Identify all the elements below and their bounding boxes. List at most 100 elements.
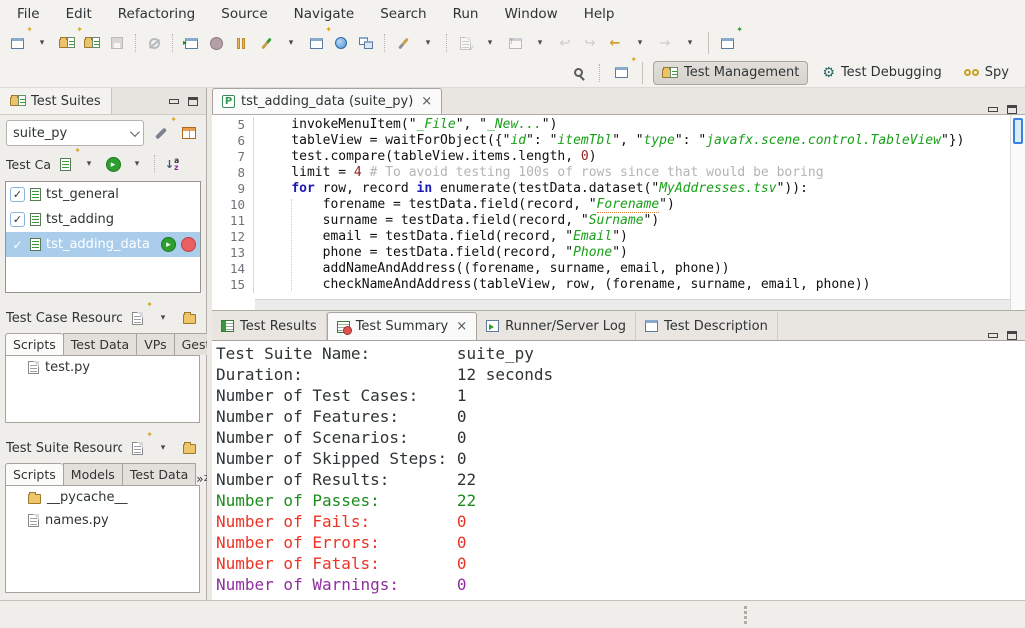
test-case-row-tst-adding-data[interactable]: ✓tst_adding_data▸ [6,232,200,257]
run-test-button[interactable]: ▸ [180,31,202,55]
stop-test-button[interactable] [181,237,196,252]
tcr-new-button[interactable]: ✦ [126,306,148,330]
suite-settings-button[interactable]: ✦ [150,121,172,145]
new-button[interactable]: ✦ [6,31,28,55]
minimize-button[interactable] [988,333,998,338]
pause-button[interactable] [230,31,252,55]
open-test-suite-button[interactable] [81,31,103,55]
tcr-new-dropdown[interactable]: ▾ [152,306,174,330]
back-dropdown[interactable]: ▾ [629,31,651,55]
suite-combo[interactable]: suite_py [6,120,144,146]
code-editor[interactable]: 5 invokeMenuItem("_File", "_New...")6 ta… [212,115,1025,310]
sort-button[interactable]: ↓ az [161,152,183,176]
web-browser-button[interactable] [330,31,352,55]
tab-vps[interactable]: VPs [136,333,173,355]
open-perspective-button[interactable]: ✦ [610,61,632,85]
search-button[interactable] [567,61,589,85]
check-script-button[interactable]: ✓ [454,31,476,55]
save-icon [111,37,123,49]
menu-search[interactable]: Search [367,0,439,28]
summary-row-number-of-passes-: Number of Passes: 22 [216,490,1025,511]
close-icon[interactable]: × [421,94,432,109]
maximize-button[interactable] [1007,105,1017,114]
tab-test-summary[interactable]: Test Summary× [327,312,477,340]
editor-tab-tst-adding-data[interactable]: P tst_adding_data (suite_py) × [212,88,442,114]
tsr-new-button[interactable]: ✦ [126,436,148,460]
picker-dropdown[interactable]: ▾ [280,31,302,55]
perspective-spy[interactable]: Spy [956,61,1017,85]
object-map-button[interactable] [178,121,200,145]
resource--pycache-[interactable]: __pycache__ [6,486,199,509]
tsr-new-dropdown[interactable]: ▾ [152,436,174,460]
manage-windows-button[interactable] [355,31,377,55]
object-spy-button[interactable] [143,31,165,55]
menu-refactoring[interactable]: Refactoring [105,0,209,28]
horizontal-scrollbar[interactable] [255,299,1010,310]
checkbox[interactable]: ✓ [10,187,25,202]
pin-editor-button[interactable]: ✦ [716,31,738,55]
test-case-row-tst-adding[interactable]: ✓tst_adding [6,207,200,232]
test-case-row-tst-general[interactable]: ✓tst_general [6,182,200,207]
checkbox[interactable]: ✓ [10,212,25,227]
forward-dropdown[interactable]: ▾ [679,31,701,55]
tab-test-data[interactable]: Test Data [63,333,136,355]
resource-names-py[interactable]: names.py [6,509,199,532]
minimize-button[interactable] [988,107,998,112]
new-test-suite-button[interactable]: ✦ [56,31,78,55]
code-line-6: 6 tableView = waitForObject({"id": "item… [212,133,1010,149]
tab-runner-server-log[interactable]: Runner/Server Log [477,312,636,340]
forward-button[interactable]: → [654,31,676,55]
perspective-test-debugging[interactable]: ⚙ Test Debugging [814,61,949,85]
object-picker-button[interactable] [255,31,277,55]
new-dropdown[interactable]: ▾ [31,31,53,55]
tab-test-data[interactable]: Test Data [122,463,196,485]
perspective-test-management[interactable]: Test Management [653,61,808,85]
menu-help[interactable]: Help [571,0,628,28]
checkbox[interactable]: ✓ [10,238,25,252]
new-test-case-dropdown[interactable]: ▾ [78,152,100,176]
back-button[interactable]: ← [604,31,626,55]
test-suites-icon [10,95,26,107]
scrollbar-thumb[interactable] [1013,118,1023,144]
maximize-button[interactable] [188,97,198,106]
menu-run[interactable]: Run [440,0,492,28]
tab-models[interactable]: Models [63,463,122,485]
close-icon[interactable]: × [456,319,467,334]
tab-test-description[interactable]: Test Description [636,312,778,340]
record-button[interactable] [205,31,227,55]
run-test-case-button[interactable]: ▸ [161,237,176,252]
menu-file[interactable]: File [4,0,53,28]
update-button[interactable]: ↑ [504,31,526,55]
check-script-dropdown[interactable]: ▾ [479,31,501,55]
test-suites-header: Test Suites [0,88,206,115]
minimize-button[interactable] [169,99,179,104]
run-test-suite-button[interactable]: ▸ [102,152,124,176]
verification-dropdown[interactable]: ▾ [417,31,439,55]
new-window-button[interactable]: ✦ [305,31,327,55]
menu-navigate[interactable]: Navigate [281,0,368,28]
run-dropdown[interactable]: ▾ [126,152,148,176]
tsr-open-folder-button[interactable] [178,436,200,460]
new-test-case-button[interactable]: ✦ [54,152,76,176]
tab-test-suites[interactable]: Test Suites [0,88,112,114]
tab-scripts[interactable]: Scripts [5,333,63,355]
menu-source[interactable]: Source [208,0,280,28]
overflow-icon: » [196,473,203,485]
verification-point-button[interactable] [392,31,414,55]
menu-window[interactable]: Window [491,0,570,28]
run-icon: ▸ [106,157,121,172]
vertical-scrollbar[interactable] [1010,115,1025,310]
undo-history-button[interactable]: ↩ [554,31,576,55]
update-dropdown[interactable]: ▾ [529,31,551,55]
drag-handle[interactable] [744,606,747,609]
test-case-list: ✓tst_general✓tst_adding✓tst_adding_data▸ [5,181,201,293]
save-button[interactable] [106,31,128,55]
eye-slash-icon [149,38,160,49]
resource-test-py[interactable]: test.py [6,356,199,379]
redo-history-button[interactable]: ↪ [579,31,601,55]
maximize-button[interactable] [1007,331,1017,340]
tab-scripts[interactable]: Scripts [5,463,63,485]
tab-test-results[interactable]: Test Results [212,312,327,340]
menu-edit[interactable]: Edit [53,0,105,28]
tcr-open-folder-button[interactable] [178,306,200,330]
